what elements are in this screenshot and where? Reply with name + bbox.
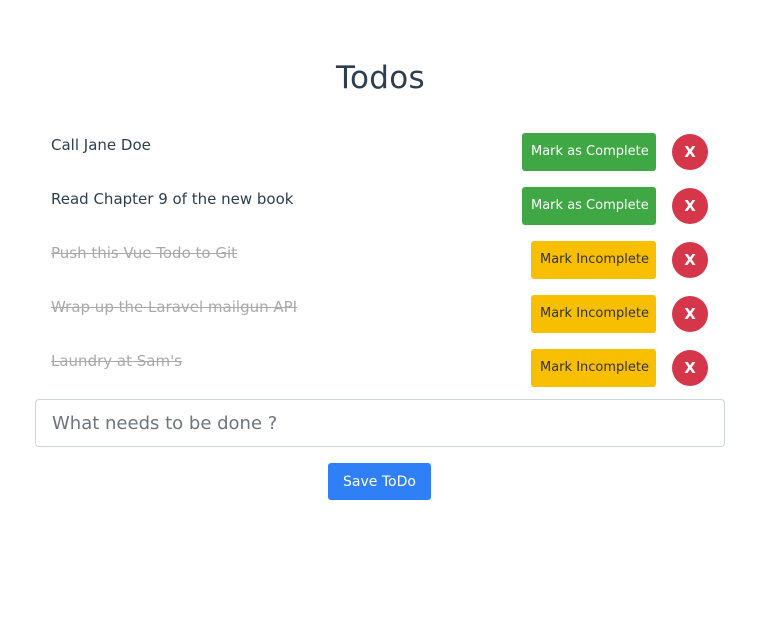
mark-complete-button[interactable]: Mark as Complete [522, 133, 656, 171]
mark-incomplete-button[interactable]: Mark Incomplete [531, 349, 656, 387]
todo-text-completed: Wrap up the Laravel mailgun API [51, 298, 298, 316]
todo-text-completed: Push this Vue Todo to Git [51, 244, 238, 262]
mark-complete-button[interactable]: Mark as Complete [522, 187, 656, 225]
todo-app: Todos Call Jane Doe Mark as Complete X R… [0, 0, 761, 629]
todo-item: Push this Vue Todo to Git Mark Incomplet… [35, 234, 725, 288]
todo-text: Call Jane Doe [51, 136, 151, 154]
todo-item: Read Chapter 9 of the new book Mark as C… [35, 180, 725, 234]
delete-button[interactable]: X [672, 296, 708, 332]
todo-item: Laundry at Sam's Mark Incomplete X [35, 342, 725, 396]
save-todo-button[interactable]: Save ToDo [328, 463, 431, 500]
new-todo-input[interactable] [35, 399, 725, 447]
delete-button[interactable]: X [672, 188, 708, 224]
mark-incomplete-button[interactable]: Mark Incomplete [531, 295, 656, 333]
page-title: Todos [336, 60, 425, 96]
todo-list: Call Jane Doe Mark as Complete X Read Ch… [35, 126, 725, 396]
mark-incomplete-button[interactable]: Mark Incomplete [531, 241, 656, 279]
todo-text-completed: Laundry at Sam's [51, 352, 183, 370]
delete-button[interactable]: X [672, 242, 708, 278]
todo-item: Wrap up the Laravel mailgun API Mark Inc… [35, 288, 725, 342]
delete-button[interactable]: X [672, 350, 708, 386]
todo-text: Read Chapter 9 of the new book [51, 190, 294, 208]
todo-item: Call Jane Doe Mark as Complete X [35, 126, 725, 180]
delete-button[interactable]: X [672, 134, 708, 170]
